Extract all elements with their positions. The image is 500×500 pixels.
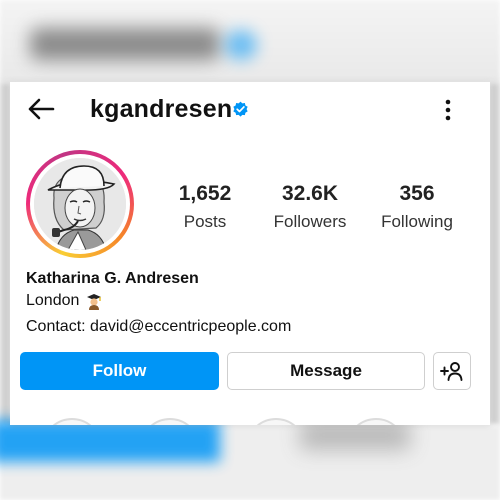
stat-posts[interactable]: 1,652 Posts <box>150 182 260 232</box>
stat-followers[interactable]: 32.6K Followers <box>255 182 365 232</box>
bio-location-text: London <box>26 292 80 309</box>
profile-avatar-ring[interactable] <box>26 150 134 258</box>
blurred-background-title <box>30 28 220 60</box>
bio-contact: Contact: david@eccentricpeople.com <box>26 318 291 336</box>
profile-full-name: Katharina G. Andresen <box>26 270 199 287</box>
stat-following[interactable]: 356 Following <box>362 182 472 232</box>
profile-screen: kgandresen 1,652 Posts 32.6K Followers 3… <box>10 82 490 425</box>
back-button[interactable] <box>24 94 58 124</box>
blurred-background-badge <box>225 30 257 60</box>
more-options-button[interactable] <box>436 96 460 124</box>
message-button[interactable]: Message <box>227 352 425 390</box>
following-count: 356 <box>399 182 435 205</box>
blurred-background-left <box>0 82 10 425</box>
followers-count: 32.6K <box>281 182 339 205</box>
graduation-student-emoji-icon <box>87 294 102 310</box>
avatar <box>34 158 126 250</box>
highlight-item[interactable] <box>346 418 406 425</box>
bio-location: London <box>26 292 103 310</box>
suggested-accounts-button[interactable] <box>433 352 471 390</box>
highlight-item[interactable] <box>42 418 102 425</box>
more-vertical-icon <box>445 99 451 121</box>
follow-button[interactable]: Follow <box>20 352 219 390</box>
avatar-portrait-sketch <box>34 158 126 250</box>
blurred-background-follow <box>0 420 220 462</box>
story-highlights <box>10 412 490 425</box>
profile-header: kgandresen <box>10 82 490 138</box>
posts-label: Posts <box>183 212 227 231</box>
followers-label: Followers <box>273 212 347 231</box>
highlight-item[interactable] <box>140 418 200 425</box>
back-arrow-icon <box>28 98 55 120</box>
posts-count: 1,652 <box>178 182 232 205</box>
following-label: Following <box>381 212 453 231</box>
profile-username: kgandresen <box>90 95 233 123</box>
blurred-background-right <box>490 82 500 425</box>
bio-contact-text[interactable]: Contact: david@eccentricpeople.com <box>26 318 291 336</box>
highlight-item[interactable] <box>246 418 306 425</box>
verified-badge-icon <box>233 101 248 117</box>
add-person-icon <box>440 362 463 381</box>
